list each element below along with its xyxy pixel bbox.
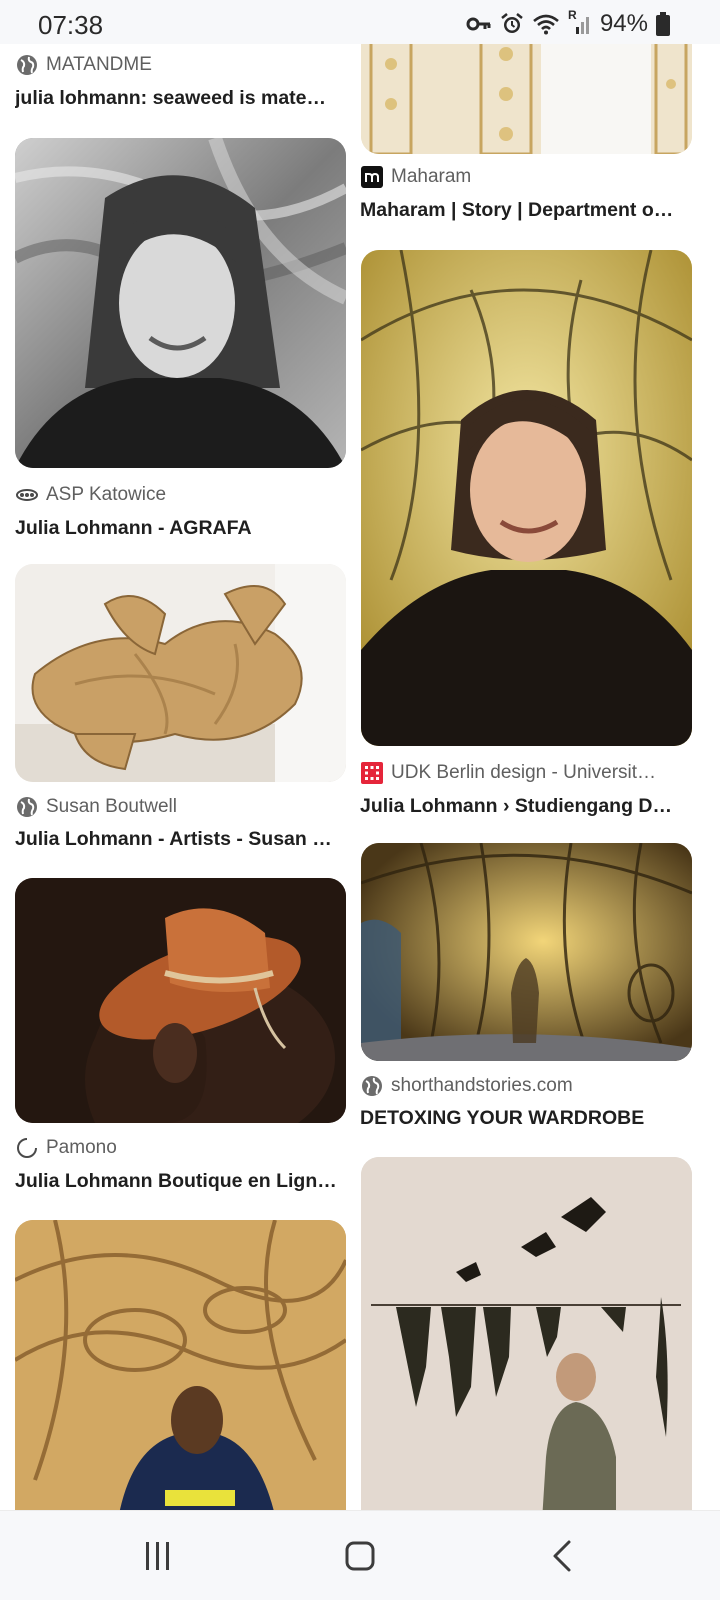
result-source: Maharam: [361, 166, 471, 188]
result-source: Pamono: [16, 1137, 117, 1159]
result-card-susan-boutwell[interactable]: Susan Boutwell Julia Lohmann - Artists -…: [0, 564, 360, 864]
source-name: Susan Boutwell: [46, 796, 177, 817]
status-time: 07:38: [38, 10, 104, 40]
recent-apps-button[interactable]: [133, 1533, 183, 1579]
key-icon: [466, 14, 492, 34]
result-image[interactable]: [15, 1220, 346, 1510]
system-navigation-bar: [0, 1510, 720, 1600]
globe-icon: [361, 1075, 383, 1097]
asp-logo-icon: [16, 484, 38, 506]
source-name: shorthandstories.com: [391, 1075, 573, 1096]
result-image[interactable]: [15, 564, 346, 782]
source-name: MATANDME: [46, 54, 152, 75]
result-card-matandme[interactable]: MATANDME julia lohmann: seaweed is mate…: [0, 44, 360, 124]
result-source: ASP Katowice: [16, 484, 166, 506]
globe-icon: [16, 54, 38, 76]
result-source: MATANDME: [16, 54, 152, 76]
udk-logo-icon: [361, 762, 383, 784]
result-source: Susan Boutwell: [16, 796, 177, 818]
pamono-logo-icon: [16, 1137, 38, 1159]
result-source: shorthandstories.com: [361, 1075, 573, 1097]
source-name: Maharam: [391, 166, 472, 187]
wifi-icon: [532, 13, 560, 35]
signal-icon: R: [568, 8, 592, 36]
result-card-pamono[interactable]: Pamono Julia Lohmann Boutique en Lign…: [0, 878, 360, 1208]
sculpture-image: [15, 564, 346, 782]
battery-percent: 94%: [599, 10, 648, 37]
result-source: UDK Berlin design - Universit…: [361, 762, 656, 784]
status-icons: R 94%: [466, 8, 670, 38]
result-title[interactable]: Julia Lohmann - Artists - Susan …: [15, 828, 345, 851]
result-image[interactable]: [361, 250, 692, 746]
result-card-shorthandstories[interactable]: shorthandstories.com DETOXING YOUR WARDR…: [360, 843, 720, 1143]
result-image[interactable]: [361, 843, 692, 1061]
back-icon: [553, 1540, 571, 1572]
home-button[interactable]: [335, 1533, 385, 1579]
portrait-image: [361, 250, 692, 746]
source-name: UDK Berlin design - Universit…: [391, 762, 657, 783]
hat-image: [15, 878, 346, 1123]
result-card-gallery[interactable]: [360, 1157, 720, 1510]
home-icon: [345, 1541, 375, 1571]
pavilion-image: [15, 1220, 346, 1510]
result-image[interactable]: [15, 878, 346, 1123]
result-card-maharam[interactable]: Maharam Maharam | Story | Department o…: [360, 44, 720, 234]
result-card-udk-berlin[interactable]: UDK Berlin design - Universit… Julia Loh…: [360, 250, 720, 825]
result-image[interactable]: [15, 138, 346, 468]
result-card-pavilion[interactable]: [0, 1220, 360, 1510]
result-title[interactable]: DETOXING YOUR WARDROBE: [360, 1107, 692, 1130]
result-title[interactable]: julia lohmann: seaweed is mate…: [15, 87, 345, 110]
result-image[interactable]: [361, 1157, 692, 1510]
pavilion-interior-image: [361, 843, 692, 1061]
alarm-icon: [500, 12, 524, 36]
image-results-grid: MATANDME julia lohmann: seaweed is mate…: [0, 44, 720, 1510]
result-title[interactable]: Julia Lohmann › Studiengang D…: [360, 795, 692, 818]
result-card-asp-katowice[interactable]: ASP Katowice Julia Lohmann - AGRAFA: [0, 138, 360, 548]
source-name: ASP Katowice: [46, 484, 167, 505]
gallery-image: [361, 1157, 692, 1510]
source-name: Pamono: [46, 1137, 117, 1158]
portrait-image: [15, 138, 346, 468]
result-title[interactable]: Julia Lohmann Boutique en Lign…: [15, 1170, 345, 1193]
maharam-logo-icon: [361, 166, 383, 188]
lattice-image: [361, 44, 692, 154]
battery-icon: [656, 12, 670, 36]
result-title[interactable]: Maharam | Story | Department o…: [360, 199, 692, 222]
back-button[interactable]: [537, 1533, 587, 1579]
status-bar: 07:38 R 94%: [0, 0, 720, 44]
result-image[interactable]: [361, 44, 692, 154]
recent-apps-icon: [146, 1542, 169, 1570]
globe-icon: [16, 796, 38, 818]
result-title[interactable]: Julia Lohmann - AGRAFA: [15, 517, 345, 540]
